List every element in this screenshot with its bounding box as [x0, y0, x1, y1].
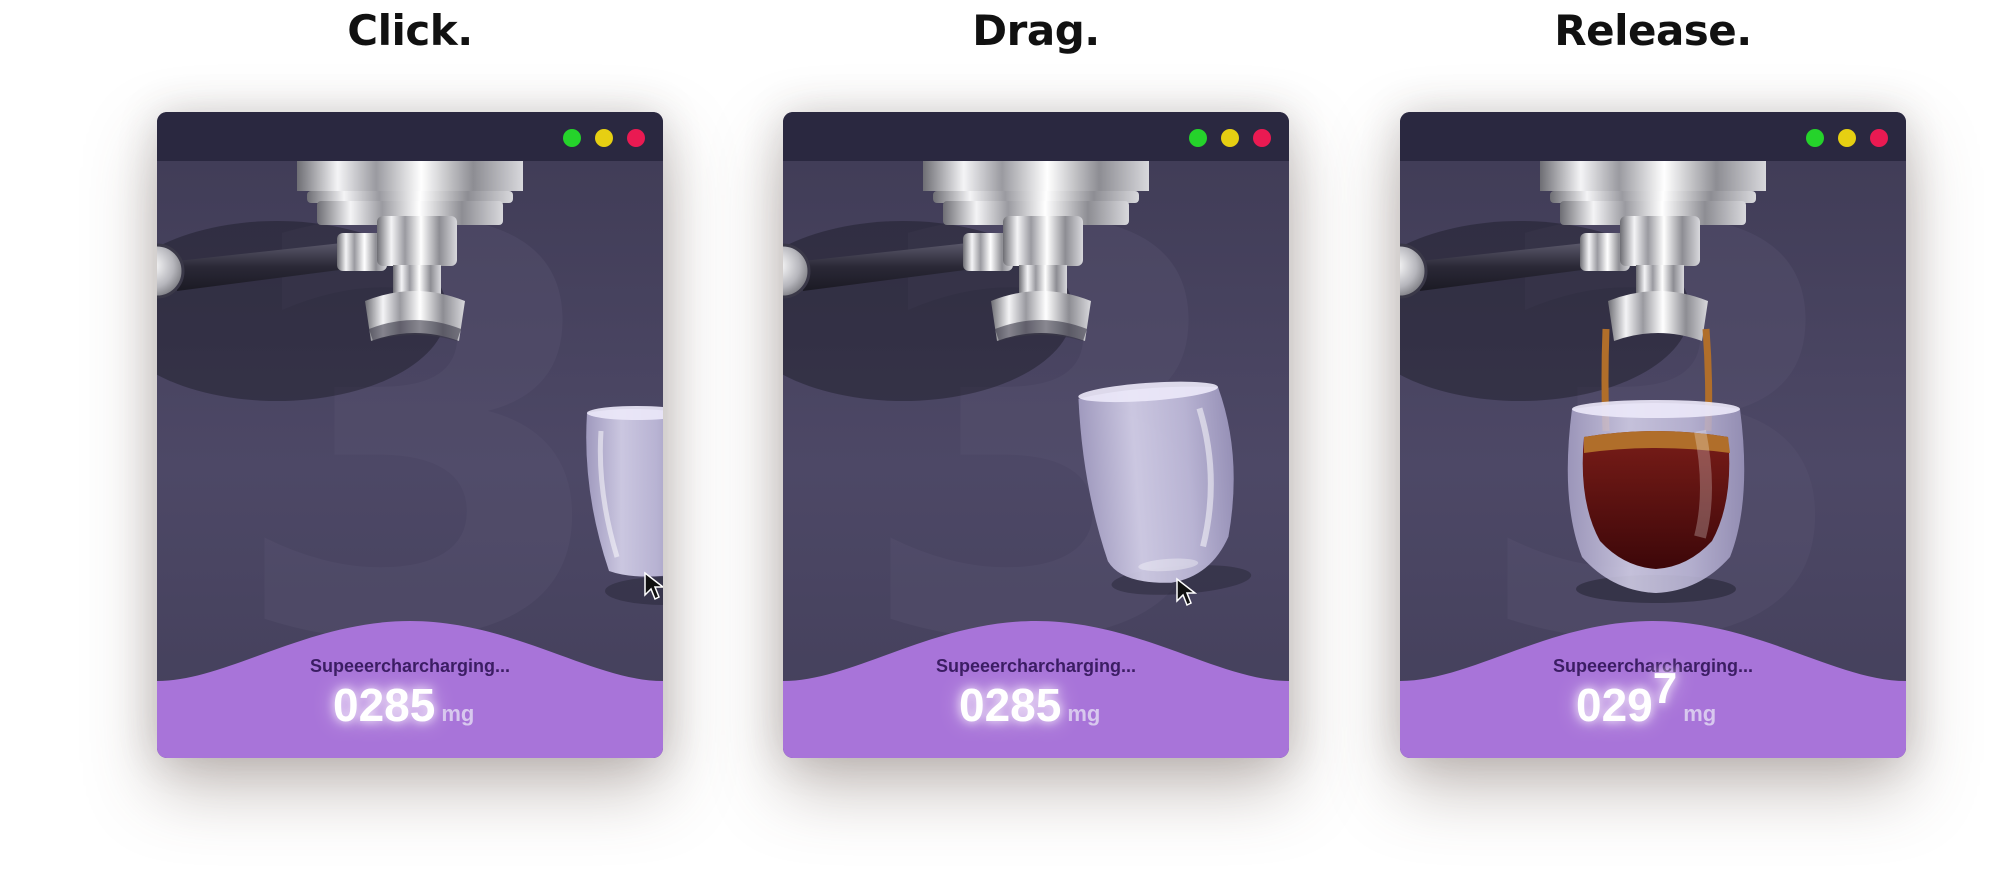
close-button[interactable]	[1870, 129, 1888, 147]
close-button[interactable]	[1253, 129, 1271, 147]
minimize-button[interactable]	[1838, 129, 1856, 147]
caffeine-value-extra: 7	[1652, 664, 1678, 713]
group-head	[1540, 161, 1766, 225]
status-text: Supeeercharcharging...	[935, 656, 1137, 676]
minimize-button[interactable]	[595, 129, 613, 147]
caffeine-unit: mg	[1683, 701, 1717, 726]
window-titlebar	[783, 112, 1289, 161]
caffeine-value: 029	[1576, 679, 1653, 731]
caffeine-value: 0285	[959, 679, 1062, 731]
step-title-release: Release.	[1554, 6, 1752, 55]
step-title-click: Click.	[347, 6, 473, 55]
caffeine-value: 0285	[333, 679, 436, 731]
group-head	[923, 161, 1149, 225]
maximize-button[interactable]	[1189, 129, 1207, 147]
caffeine-unit: mg	[1067, 701, 1101, 726]
caffeine-reading: 0285 mg	[333, 678, 474, 738]
group-head	[297, 161, 523, 225]
caffeine-reading: 0285 mg	[959, 678, 1100, 738]
app-window-release: 3	[1400, 112, 1906, 758]
maximize-button[interactable]	[563, 129, 581, 147]
status-text: Supeeercharcharging...	[309, 656, 511, 676]
close-button[interactable]	[627, 129, 645, 147]
window-titlebar	[157, 112, 663, 161]
minimize-button[interactable]	[1221, 129, 1239, 147]
window-titlebar	[1400, 112, 1906, 161]
app-window-click: 3 Supeeercharcharging... 0285 mg	[157, 112, 663, 758]
caffeine-reading: 0297mg	[1576, 664, 1717, 738]
maximize-button[interactable]	[1806, 129, 1824, 147]
step-title-drag: Drag.	[972, 6, 1100, 55]
caffeine-unit: mg	[441, 701, 475, 726]
app-window-drag: 3 Supeeercharcharging... 0285 mg	[783, 112, 1289, 758]
